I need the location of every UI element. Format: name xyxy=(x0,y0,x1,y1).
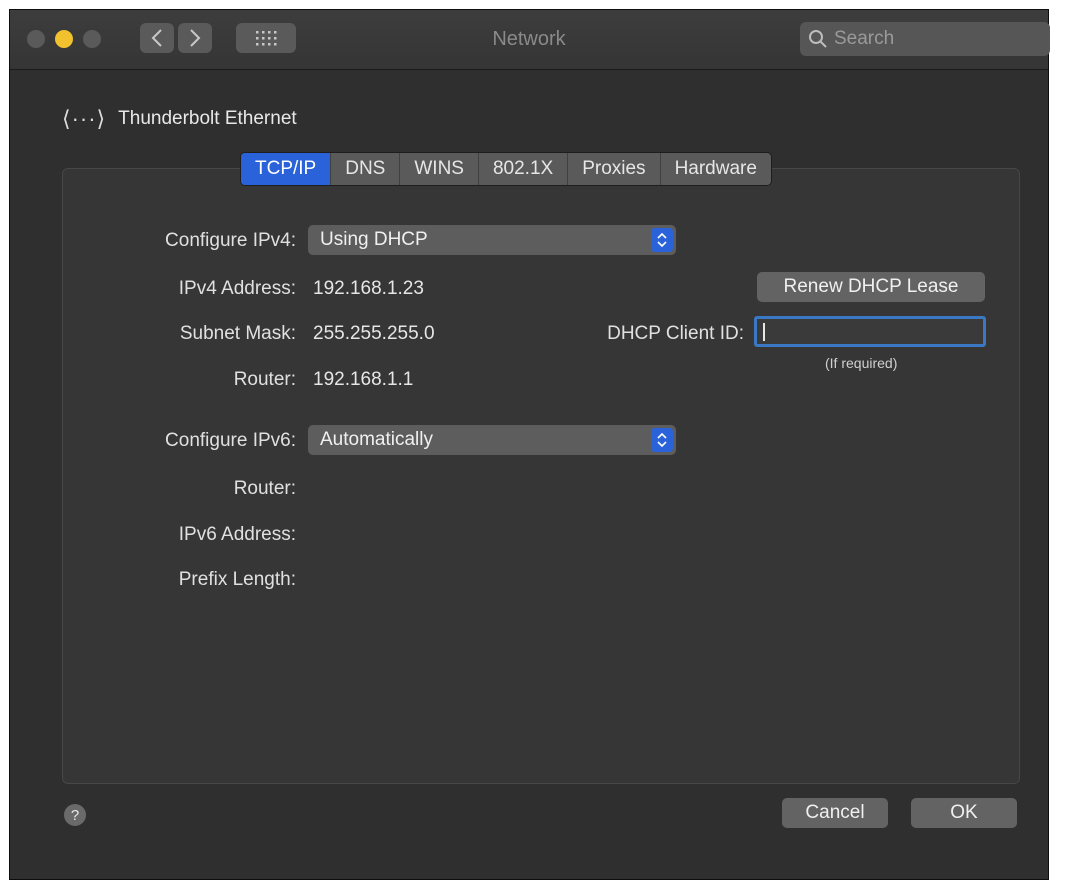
configure-ipv6-value: Automatically xyxy=(320,429,433,450)
configure-ipv4-value: Using DHCP xyxy=(320,229,428,250)
dhcp-client-id-hint: (If required) xyxy=(825,355,898,371)
search-icon xyxy=(809,30,827,48)
ok-button[interactable]: OK xyxy=(911,798,1017,828)
ipv6-router-label: Router: xyxy=(233,478,296,499)
ipv6-address-label: IPv6 Address: xyxy=(178,524,296,545)
tab-tcpip[interactable]: TCP/IP xyxy=(241,153,332,185)
configure-ipv6-label: Configure IPv6: xyxy=(165,430,296,451)
ipv4-router-value: 192.168.1.1 xyxy=(313,369,414,390)
help-button[interactable]: ? xyxy=(64,804,86,826)
prefix-length-label: Prefix Length: xyxy=(178,569,296,590)
interface-header: ⟨···⟩ Thunderbolt Ethernet xyxy=(62,106,297,132)
cancel-button[interactable]: Cancel xyxy=(782,798,888,828)
configure-ipv6-popup[interactable]: Automatically xyxy=(308,425,676,455)
settings-panel xyxy=(62,168,1020,784)
tab-hardware[interactable]: Hardware xyxy=(661,153,771,185)
search-field[interactable]: Search xyxy=(800,22,1050,56)
tab-proxies[interactable]: Proxies xyxy=(568,153,661,185)
tab-8021x[interactable]: 802.1X xyxy=(479,153,569,185)
ipv4-address-value: 192.168.1.23 xyxy=(313,278,424,299)
ipv4-router-label: Router: xyxy=(233,369,296,390)
network-preferences-window: Network Search ⟨···⟩ Thunderbolt Etherne… xyxy=(9,9,1050,880)
ipv4-address-label: IPv4 Address: xyxy=(178,278,296,299)
text-caret xyxy=(763,323,765,341)
dhcp-client-id-label: DHCP Client ID: xyxy=(607,323,744,344)
popup-stepper-icon xyxy=(651,428,673,452)
configure-ipv4-popup[interactable]: Using DHCP xyxy=(308,225,676,255)
search-placeholder: Search xyxy=(834,28,895,49)
dhcp-client-id-field[interactable] xyxy=(754,316,986,347)
subnet-mask-label: Subnet Mask: xyxy=(179,323,296,344)
title-bar: Network Search xyxy=(10,10,1050,70)
popup-stepper-icon xyxy=(651,228,673,252)
subnet-mask-value: 255.255.255.0 xyxy=(313,323,435,344)
interface-name: Thunderbolt Ethernet xyxy=(118,108,297,129)
tab-dns[interactable]: DNS xyxy=(331,153,401,185)
tab-bar: TCP/IP DNS WINS 802.1X Proxies Hardware xyxy=(240,152,772,186)
tab-wins[interactable]: WINS xyxy=(400,153,479,185)
configure-ipv4-label: Configure IPv4: xyxy=(165,230,296,251)
renew-dhcp-lease-button[interactable]: Renew DHCP Lease xyxy=(757,272,985,302)
network-interface-icon: ⟨···⟩ xyxy=(62,106,107,131)
